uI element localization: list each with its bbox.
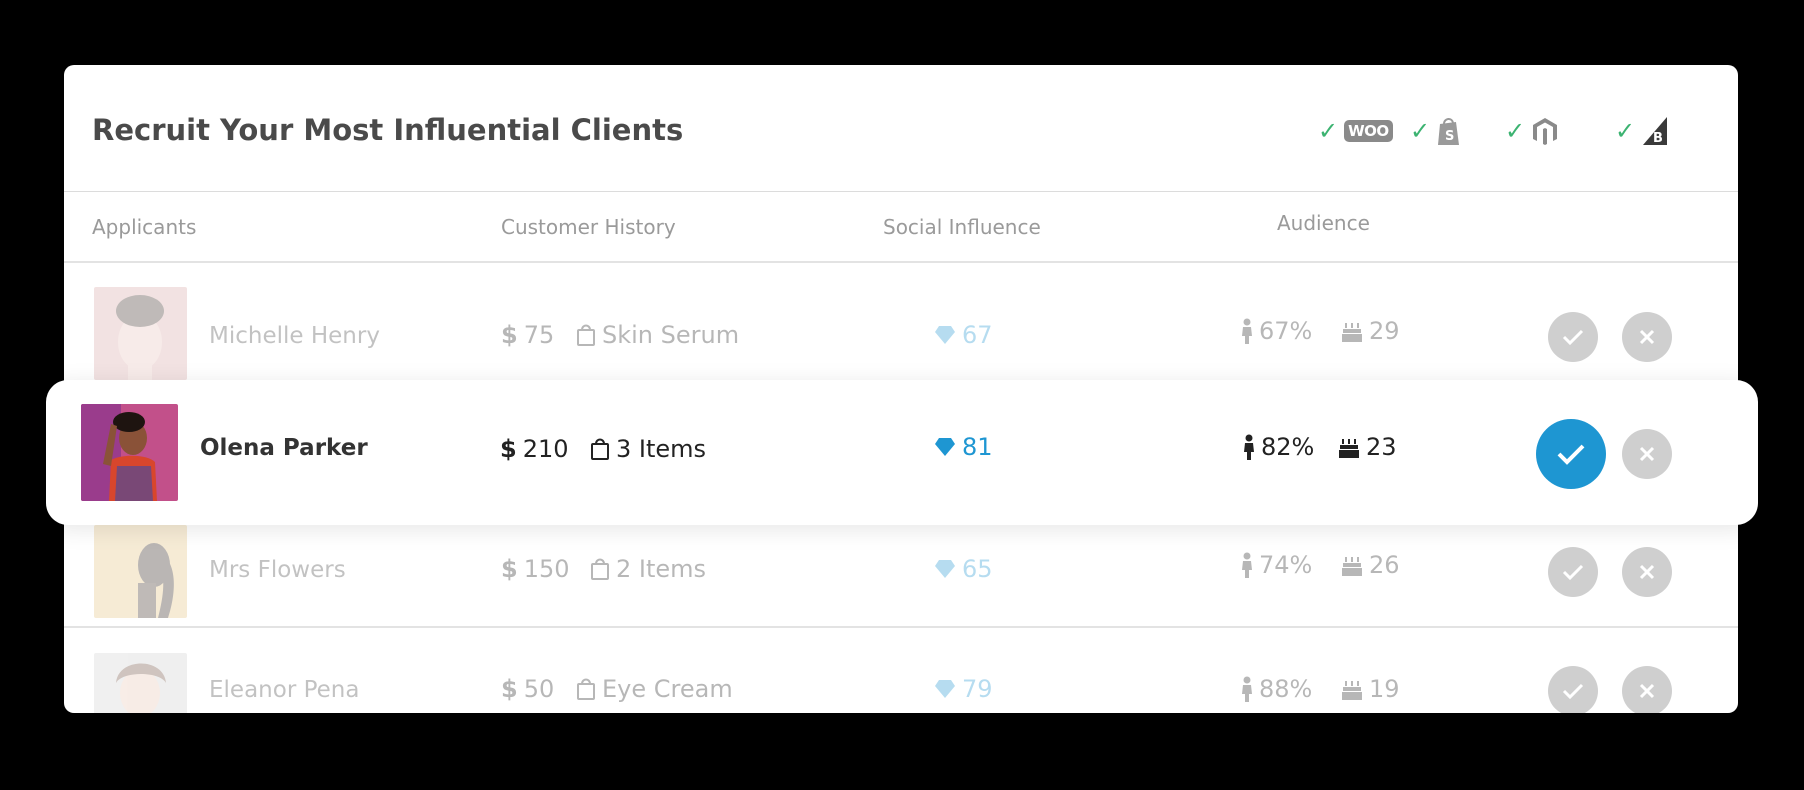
birthday-cake-icon: [1342, 681, 1362, 700]
dollar-icon: $: [501, 555, 518, 583]
column-header-audience: Audience: [1277, 211, 1370, 235]
female-icon: [1242, 318, 1252, 344]
diamond-icon: [935, 680, 955, 698]
audience-female: 67%: [1241, 317, 1312, 345]
audience-female: 82%: [1243, 433, 1314, 461]
applicant-name: Olena Parker: [200, 435, 368, 461]
influence-score: 81: [934, 433, 993, 461]
avatar: [94, 653, 187, 713]
purchase-info: Skin Serum: [576, 321, 739, 349]
spend-amount: $150: [501, 555, 570, 583]
spend-amount: $210: [500, 435, 569, 463]
reject-button[interactable]: [1622, 666, 1672, 713]
audience-age: 29: [1341, 317, 1400, 345]
birthday-cake-icon: [1342, 323, 1362, 342]
influence-score: 65: [934, 555, 993, 583]
table-row: Eleanor Pena $50 Eye Cream 79 88% 19: [64, 653, 1738, 713]
applicant-name: Mrs Flowers: [209, 557, 346, 583]
platform-magento: ✓: [1505, 111, 1559, 151]
close-icon: [1639, 564, 1655, 580]
woocommerce-logo-icon: WOO: [1344, 120, 1393, 142]
audience-female: 74%: [1241, 551, 1312, 579]
shopify-logo-icon: S: [1438, 118, 1460, 145]
column-header-social-influence: Social Influence: [883, 215, 1041, 239]
reject-button[interactable]: [1622, 429, 1672, 479]
spend-amount: $75: [501, 321, 555, 349]
purchase-info: 3 Items: [590, 435, 706, 463]
approve-button[interactable]: [1548, 666, 1598, 713]
reject-button[interactable]: [1622, 312, 1672, 362]
dollar-icon: $: [501, 675, 518, 703]
platform-shopify: ✓ S: [1410, 111, 1462, 151]
approve-button[interactable]: [1548, 312, 1598, 362]
table-row: Mrs Flowers $150 2 Items 65 74% 26: [64, 525, 1738, 635]
check-icon: [1557, 444, 1585, 465]
selected-applicant-row[interactable]: Olena Parker $210 3 Items 81 82% 23: [46, 380, 1758, 525]
applicant-name: Eleanor Pena: [209, 677, 360, 703]
shopping-bag-icon: [577, 678, 595, 700]
close-icon: [1639, 446, 1655, 462]
diamond-icon: [935, 560, 955, 578]
check-icon: ✓: [1318, 117, 1339, 145]
svg-text:S: S: [1445, 129, 1454, 144]
applicant-name: Michelle Henry: [209, 323, 380, 349]
audience-female: 88%: [1241, 675, 1312, 703]
bigcommerce-logo-icon: B: [1643, 117, 1668, 146]
diamond-icon: [935, 326, 955, 344]
shopping-bag-icon: [591, 438, 609, 460]
birthday-cake-icon: [1339, 439, 1359, 458]
platform-woocommerce: ✓ WOO: [1318, 111, 1393, 151]
audience-age: 23: [1338, 433, 1397, 461]
dollar-icon: $: [501, 321, 518, 349]
birthday-cake-icon: [1342, 557, 1362, 576]
audience-age: 26: [1341, 551, 1400, 579]
shopping-bag-icon: [591, 558, 609, 580]
female-icon: [1244, 434, 1254, 460]
svg-text:B: B: [1653, 131, 1663, 146]
influence-score: 79: [934, 675, 993, 703]
reject-button[interactable]: [1622, 547, 1672, 597]
diamond-icon: [935, 438, 955, 456]
spend-amount: $50: [501, 675, 555, 703]
influence-score: 67: [934, 321, 993, 349]
purchase-info: Eye Cream: [576, 675, 733, 703]
column-header-customer-history: Customer History: [501, 215, 676, 239]
purchase-info: 2 Items: [590, 555, 706, 583]
audience-age: 19: [1341, 675, 1400, 703]
platform-bigcommerce: ✓ B: [1615, 111, 1669, 151]
platform-integrations: ✓ WOO ✓ S ✓ ✓ B: [64, 111, 1738, 151]
approve-button[interactable]: [1536, 419, 1606, 489]
check-icon: [1562, 683, 1584, 700]
avatar: [81, 404, 178, 501]
approve-button[interactable]: [1548, 547, 1598, 597]
check-icon: ✓: [1615, 117, 1636, 145]
check-icon: ✓: [1505, 117, 1526, 145]
check-icon: [1562, 329, 1584, 346]
female-icon: [1242, 552, 1252, 578]
magento-logo-icon: [1533, 118, 1558, 145]
dollar-icon: $: [500, 435, 517, 463]
avatar: [94, 287, 187, 380]
shopping-bag-icon: [577, 324, 595, 346]
avatar: [94, 525, 187, 618]
check-icon: ✓: [1410, 117, 1431, 145]
female-icon: [1242, 676, 1252, 702]
header-divider: [64, 191, 1738, 192]
table-header-divider: [64, 261, 1738, 263]
column-header-applicants: Applicants: [92, 215, 197, 239]
close-icon: [1639, 683, 1655, 699]
close-icon: [1639, 329, 1655, 345]
row-divider: [64, 626, 1738, 628]
check-icon: [1562, 564, 1584, 581]
